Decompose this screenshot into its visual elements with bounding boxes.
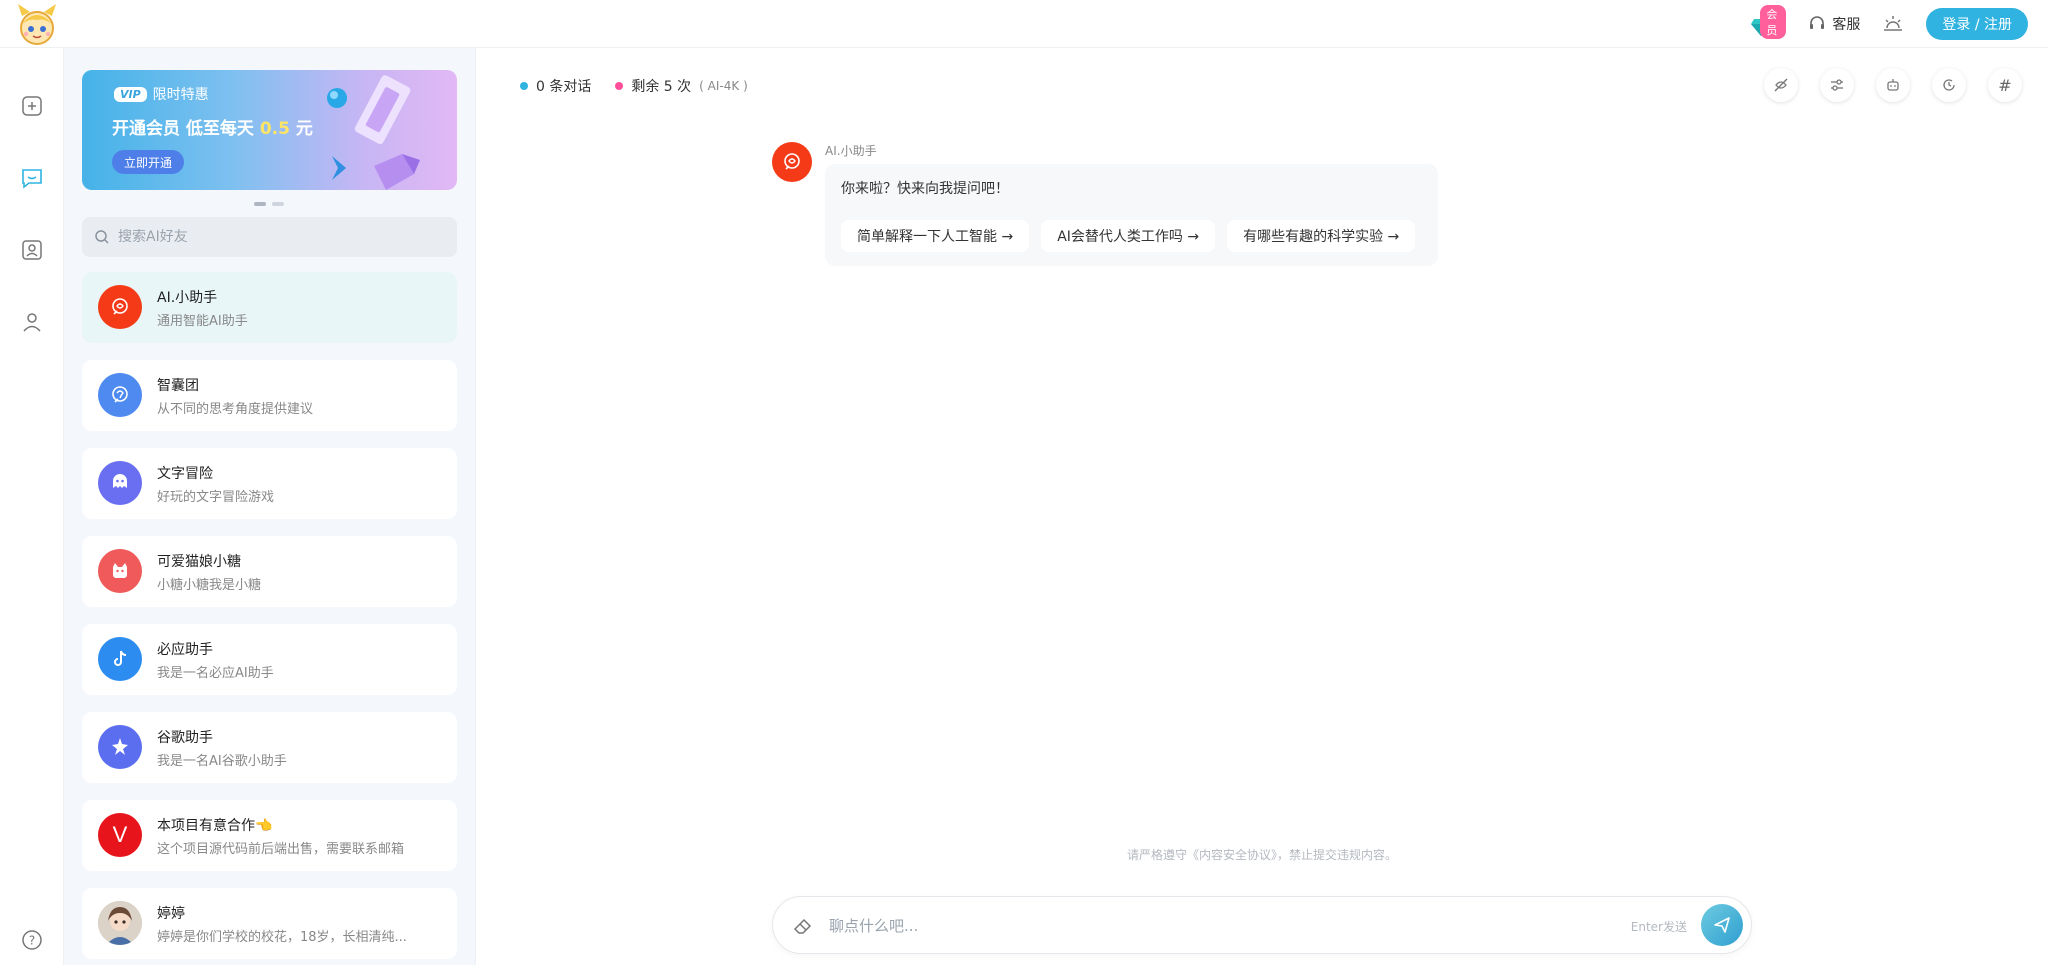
promo-3d-decoration-icon: [327, 75, 420, 190]
promo-tag-label: 限时特惠: [152, 87, 209, 103]
agent-list-item[interactable]: 婷婷婷婷是你们学校的校花，18岁，长相清纯...: [82, 888, 457, 959]
search-box: [82, 217, 457, 257]
vip-member-entry[interactable]: 会员: [1750, 5, 1787, 39]
eraser-icon[interactable]: [791, 914, 815, 938]
agent-description: 通用智能AI助手: [157, 314, 248, 329]
agent-name: 必应助手: [157, 642, 213, 658]
portrait-avatar-icon: [98, 901, 142, 945]
brain-icon: [98, 373, 142, 417]
message-text: 你来啦？快来向我提问吧！: [841, 181, 1009, 197]
carousel-dot[interactable]: [272, 202, 284, 206]
history-icon[interactable]: [1932, 68, 1966, 102]
enter-send-hint: Enter发送: [1630, 920, 1687, 934]
chat-stats: 0 条对话 剩余 5 次 ( AI-4K ): [520, 76, 748, 96]
agent-name: 文字冒险: [157, 466, 213, 482]
hashtag-icon[interactable]: #: [1988, 68, 2022, 102]
assistant-message-bubble: 你来啦？快来向我提问吧！ 简单解释一下人工智能 → AI会替代人类工作吗 → 有…: [825, 164, 1438, 266]
sunrise-theme-icon[interactable]: [1882, 13, 1904, 35]
agent-list-item[interactable]: 可爱猫娘小糖小糖小糖我是小糖: [82, 536, 457, 607]
agent-description: 婷婷是你们学校的校花，18岁，长相清纯...: [157, 930, 407, 945]
carousel-dot[interactable]: [254, 202, 266, 206]
ai-assistant-icon: [98, 285, 142, 329]
new-chat-icon[interactable]: [20, 94, 44, 118]
agent-name: 本项目有意合作👈: [157, 818, 273, 834]
conversation-count: 0 条对话: [520, 76, 591, 96]
banner-carousel-dots: [254, 202, 284, 206]
help-icon[interactable]: ?: [20, 928, 44, 952]
robot-icon[interactable]: [1876, 68, 1910, 102]
agent-description: 从不同的思考角度提供建议: [157, 402, 314, 417]
agent-description: 小糖小糖我是小糖: [157, 578, 262, 593]
vip-badge: 会员: [1760, 5, 1787, 39]
logo-mascot-icon[interactable]: [14, 2, 60, 46]
agent-name: 谷歌助手: [157, 730, 213, 746]
search-icon: [95, 230, 109, 244]
contacts-icon[interactable]: [20, 238, 44, 262]
open-vip-button[interactable]: 立即开通: [112, 150, 185, 174]
agent-description: 我是一名AI谷歌小助手: [157, 754, 287, 769]
suggestion-chips: 简单解释一下人工智能 → AI会替代人类工作吗 → 有哪些有趣的科学实验 →: [841, 220, 1416, 252]
agent-name: AI.小助手: [157, 290, 218, 306]
agent-name: 可爱猫娘小糖: [157, 554, 241, 570]
promo-title: 开通会员 低至每天 0.5 元: [112, 114, 313, 139]
remaining-quota: 剩余 5 次 ( AI-4K ): [615, 76, 748, 96]
chat-main: 0 条对话 剩余 5 次 ( AI-4K ) # AI.小助手 你来啦？快来向我…: [476, 48, 2048, 965]
search-input[interactable]: [118, 229, 438, 245]
sparkle-icon: [98, 725, 142, 769]
agent-list-item[interactable]: 必应助手我是一名必应AI助手: [82, 624, 457, 695]
hide-icon[interactable]: [1764, 68, 1798, 102]
login-register-button[interactable]: 登录 / 注册: [1926, 8, 2028, 40]
send-icon: [1714, 917, 1730, 933]
agent-name: 智囊团: [157, 378, 199, 394]
headset-icon: [1810, 16, 1825, 29]
agent-list-item[interactable]: V 本项目有意合作👈 这个项目源代码前后端出售，需要联系邮箱: [82, 800, 457, 871]
tiktok-icon: [98, 637, 142, 681]
settings-sliders-icon[interactable]: [1820, 68, 1854, 102]
conversation-dot: [520, 82, 528, 90]
assistant-avatar: [772, 142, 812, 182]
model-label: ( AI-4K ): [699, 79, 748, 93]
agent-list-item[interactable]: AI.小助手通用智能AI助手: [82, 272, 457, 343]
message-sender: AI.小助手: [825, 144, 877, 158]
cat-icon: [98, 549, 142, 593]
conversation-count-label: 0 条对话: [536, 79, 592, 95]
agent-list-item[interactable]: 谷歌助手我是一名AI谷歌小助手: [82, 712, 457, 783]
chat-input[interactable]: [829, 913, 1589, 939]
content-policy-notice: 请严格遵守《内容安全协议》，禁止提交违规内容。: [1126, 848, 1397, 862]
remaining-label: 剩余 5 次: [631, 79, 692, 95]
agent-sidebar: VIP 限时特惠 开通会员 低至每天 0.5 元 立即开通 搜索AI好友 AI.…: [64, 48, 476, 965]
customer-service-link[interactable]: 客服: [1808, 14, 1860, 34]
chat-toolbar: #: [1764, 68, 2022, 102]
user-profile-icon[interactable]: [20, 310, 44, 334]
promo-price: 0.5: [259, 119, 290, 139]
vip-tag: VIP 限时特惠: [114, 84, 209, 104]
agent-description: 我是一名必应AI助手: [157, 666, 274, 681]
message-composer: Enter发送: [772, 896, 1752, 954]
suggestion-chip[interactable]: 有哪些有趣的科学实验 →: [1227, 220, 1416, 252]
ai-assistant-icon: [784, 153, 800, 170]
v-logo-icon: V: [98, 813, 142, 857]
nav-rail: ?: [0, 48, 64, 965]
chat-bubble-icon[interactable]: [20, 166, 44, 190]
agent-list-item[interactable]: 文字冒险好玩的文字冒险游戏: [82, 448, 457, 519]
agent-list-item[interactable]: 智囊团从不同的思考角度提供建议: [82, 360, 457, 431]
top-header: 会员 客服 登录 / 注册: [0, 0, 2048, 48]
game-icon: [98, 461, 142, 505]
agent-name: 婷婷: [157, 906, 185, 922]
remaining-dot: [615, 82, 624, 90]
agent-description: 这个项目源代码前后端出售，需要联系邮箱: [157, 842, 405, 857]
svg-text:?: ?: [29, 934, 35, 948]
customer-service-label: 客服: [1832, 17, 1861, 33]
vip-pill: VIP: [114, 86, 147, 102]
suggestion-chip[interactable]: 简单解释一下人工智能 →: [841, 220, 1030, 252]
agent-description: 好玩的文字冒险游戏: [157, 490, 275, 505]
suggestion-chip[interactable]: AI会替代人类工作吗 →: [1041, 220, 1216, 252]
vip-promo-banner[interactable]: VIP 限时特惠 开通会员 低至每天 0.5 元 立即开通: [82, 70, 457, 190]
send-button[interactable]: [1701, 904, 1743, 946]
promo-title-prefix: 开通会员 低至每天: [112, 119, 254, 139]
